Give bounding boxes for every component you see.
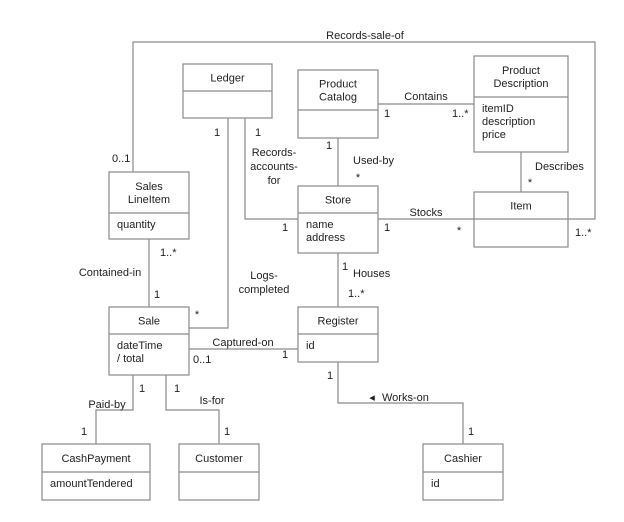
class-name: Product (502, 65, 540, 77)
association-label: Paid-by (88, 399, 126, 411)
association-label: Used-by (353, 155, 394, 167)
multiplicity: 1..* (348, 288, 365, 300)
association-label: Stocks (409, 207, 443, 219)
association-label: Contains (404, 91, 448, 103)
class-name: Register (318, 316, 359, 328)
association-label: Works-on (382, 392, 429, 404)
multiplicity: 1 (81, 426, 87, 438)
multiplicity: 1..* (575, 227, 592, 239)
class-name: Cashier (444, 453, 482, 465)
association-logs-completed-line (189, 118, 229, 329)
multiplicity: 1 (139, 383, 145, 395)
class-attribute: price (482, 129, 506, 141)
multiplicity: * (356, 172, 361, 184)
class-name: Product (319, 79, 357, 91)
uml-domain-model: Ledger ProductCatalogProductDescriptionit… (41, 30, 596, 501)
multiplicity: 1 (342, 261, 348, 273)
multiplicity: 1 (224, 426, 230, 438)
class-store: Store nameaddress (297, 185, 379, 254)
multiplicity: * (457, 225, 462, 237)
class-name: Catalog (319, 92, 357, 104)
class-ledger: Ledger (182, 63, 273, 119)
class-name: LineItem (128, 194, 170, 206)
multiplicity: 1..* (452, 108, 469, 120)
multiplicity: 1 (282, 222, 288, 234)
class-product-catalog: ProductCatalog (297, 69, 379, 139)
direction-arrow-icon: ◂ (369, 392, 375, 404)
class-attribute: address (306, 232, 346, 244)
class-attribute: quantity (117, 219, 156, 231)
class-item: Item (473, 191, 569, 248)
class-name: Sale (138, 316, 160, 328)
class-customer: Customer (178, 443, 260, 501)
association-label: Logs- (250, 270, 278, 282)
multiplicity: 0..1 (112, 153, 130, 165)
class-name: Store (325, 195, 351, 207)
class-name: Sales (135, 181, 163, 193)
class-attribute: description (482, 116, 535, 128)
class-name: Item (510, 201, 531, 213)
class-sale: Sale dateTime/ total (108, 306, 190, 376)
multiplicity: * (528, 177, 533, 189)
multiplicity: 1 (214, 127, 220, 139)
association-label: Records- (252, 147, 297, 159)
class-product-description: ProductDescription itemIDdescriptionprice (473, 55, 569, 153)
association-label: Captured-on (212, 337, 273, 349)
multiplicity: 1 (326, 140, 332, 152)
multiplicity: 1..* (160, 247, 177, 259)
class-cash-payment: CashPayment amountTendered (41, 443, 151, 501)
association-label: completed (239, 284, 290, 296)
class-sales-line-item: SalesLineItem quantity (108, 171, 190, 240)
multiplicity: * (195, 309, 200, 321)
class-name: CashPayment (61, 453, 130, 465)
multiplicity: 1 (154, 289, 160, 301)
class-name: Customer (195, 453, 243, 465)
association-label: accounts- (250, 161, 298, 173)
class-attribute: dateTime (117, 340, 162, 352)
multiplicity: 1 (384, 108, 390, 120)
class-attribute: name (306, 219, 334, 231)
class-name: Ledger (210, 73, 245, 85)
association-label: for (268, 175, 281, 187)
multiplicity: 1 (174, 383, 180, 395)
association-label: Records-sale-of (326, 30, 405, 42)
multiplicity: 1 (468, 426, 474, 438)
class-attribute: id (306, 340, 315, 352)
multiplicity: 1 (327, 370, 333, 382)
multiplicity: 1 (255, 127, 261, 139)
class-attribute: / total (117, 353, 144, 365)
class-cashier: Cashier id (422, 443, 504, 501)
association-label: Houses (353, 268, 391, 280)
class-attribute: id (431, 478, 440, 490)
association-label: Describes (535, 161, 584, 173)
association-label: Is-for (199, 395, 224, 407)
class-register: Registerid (297, 306, 379, 363)
multiplicity: 0..1 (193, 354, 211, 366)
multiplicity: 1 (384, 222, 390, 234)
class-attribute: amountTendered (50, 478, 133, 490)
class-attribute: itemID (482, 103, 514, 115)
association-label: Contained-in (79, 267, 141, 279)
class-name: Description (493, 78, 548, 90)
multiplicity: 1 (282, 349, 288, 361)
